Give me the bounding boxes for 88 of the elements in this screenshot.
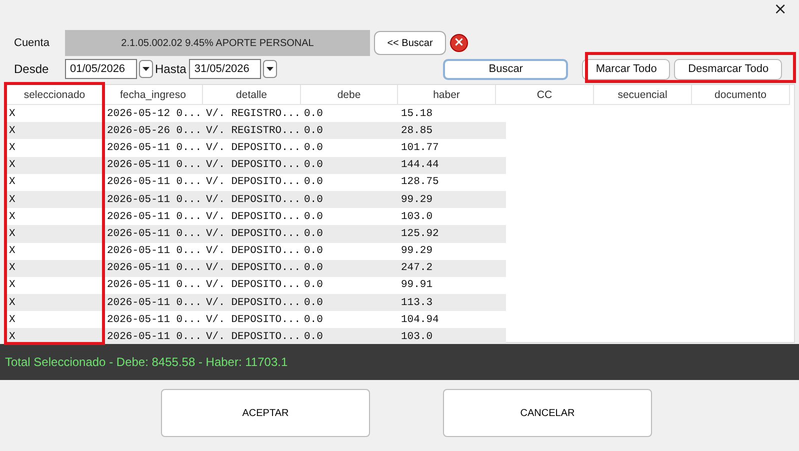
table-cell-text: 104.94	[400, 312, 440, 328]
table-cell: 2026-05-11 0...	[104, 156, 203, 174]
table-cell-text: X	[8, 106, 16, 122]
table-cell: 113.3	[398, 294, 506, 312]
table-cell: X	[6, 294, 104, 312]
table-cell: 0.0	[301, 122, 398, 140]
table-cell: X	[6, 225, 104, 242]
table-cell-text: 2026-05-12 0...	[106, 106, 203, 122]
table-cell: 247.2	[398, 260, 506, 277]
from-date-field[interactable]: 01/05/2026	[65, 59, 137, 79]
table-cell-text: 128.75	[400, 175, 440, 190]
column-header[interactable]: haber	[398, 85, 496, 105]
table-cell: X	[6, 260, 104, 277]
table-cell-text: V/. REGISTRO...	[205, 106, 301, 122]
column-header[interactable]: fecha_ingreso	[104, 85, 203, 105]
table-cell-text: X	[8, 175, 16, 190]
table-cell-text: V/. DEPOSITO...	[205, 244, 301, 260]
column-header[interactable]: seleccionado	[6, 85, 104, 105]
table-cell: 0.0	[301, 225, 398, 242]
table-cell: X	[6, 190, 104, 208]
table-cell-text: 15.18	[400, 106, 434, 122]
table-cell-text: V/. DEPOSITO...	[205, 278, 301, 294]
table-cell-text: 99.29	[400, 244, 434, 260]
table-cell: 0.0	[301, 294, 398, 312]
table-cell-text: X	[8, 312, 16, 328]
table-cell: V/. DEPOSITO...	[203, 156, 301, 174]
column-header[interactable]: CC	[496, 85, 594, 105]
account-field: 2.1.05.002.02 9.45% APORTE PERSONAL	[65, 30, 370, 56]
table-cell-text: 0.0	[303, 140, 324, 156]
accept-button[interactable]: ACEPTAR	[161, 389, 370, 437]
unmark-all-button[interactable]: Desmarcar Todo	[674, 58, 782, 80]
cancel-button[interactable]: CANCELAR	[443, 389, 652, 437]
table-cell-text: 103.0	[400, 210, 434, 225]
table-cell-text: 101.77	[400, 140, 440, 156]
status-text: Total Seleccionado - Debe: 8455.58 - Haber: 11703.1	[5, 355, 288, 369]
clear-button[interactable]: ×	[450, 34, 468, 52]
table-cell-text: 0.0	[303, 175, 324, 190]
table-cell: 125.92	[398, 225, 506, 242]
search-button[interactable]: Buscar	[443, 58, 568, 80]
from-label: Desde	[14, 62, 50, 76]
column-header[interactable]: detalle	[203, 85, 301, 105]
table-cell-text: 0.0	[303, 244, 324, 260]
to-label: Hasta	[155, 62, 186, 76]
table-cell-text: 2026-05-11 0...	[106, 244, 203, 260]
table-cell: 0.0	[301, 260, 398, 277]
table-cell: X	[6, 156, 104, 174]
table-cell-text: V/. DEPOSITO...	[205, 140, 301, 156]
table-cell: 2026-05-26 0...	[104, 122, 203, 140]
table-cell-text: 0.0	[303, 278, 324, 294]
table-cell-text: 0.0	[303, 312, 324, 328]
table-cell: 28.85	[398, 122, 506, 140]
table-cell-text: V/. DEPOSITO...	[205, 312, 301, 328]
account-label: Cuenta	[14, 37, 50, 49]
table-cell: V/. DEPOSITO...	[203, 225, 301, 242]
table-cell: 0.0	[301, 156, 398, 174]
table-cell: V/. REGISTRO...	[203, 122, 301, 140]
table-cell: 2026-05-11 0...	[104, 260, 203, 277]
mark-all-button[interactable]: Marcar Todo	[582, 58, 670, 80]
table-cell-text: 2026-05-11 0...	[106, 175, 203, 190]
table-cell: 2026-05-11 0...	[104, 190, 203, 208]
table-cell-text: X	[8, 210, 16, 225]
table-cell-text: 2026-05-11 0...	[106, 278, 203, 294]
table-cell-text: V/. DEPOSITO...	[205, 175, 301, 190]
table-cell: 144.44	[398, 156, 506, 174]
table-cell: 0.0	[301, 190, 398, 208]
table-cell: X	[6, 122, 104, 140]
table-cell-text: 2026-05-11 0...	[106, 140, 203, 156]
column-header[interactable]: documento	[692, 85, 790, 105]
table-cell: 99.29	[398, 190, 506, 208]
to-date-field[interactable]: 31/05/2026	[189, 59, 262, 79]
table-cell-text: V/. DEPOSITO...	[205, 210, 301, 225]
table-cell-text: 2026-05-11 0...	[106, 210, 203, 225]
table-cell-text: 0.0	[303, 106, 324, 122]
table-cell-text: X	[8, 244, 16, 260]
table-cell-text: 99.91	[400, 278, 434, 294]
table-cell: V/. DEPOSITO...	[203, 294, 301, 312]
table-cell: V/. DEPOSITO...	[203, 190, 301, 208]
column-header[interactable]: debe	[301, 85, 398, 105]
table-cell-text: 2026-05-11 0...	[106, 312, 203, 328]
table-cell: 2026-05-11 0...	[104, 294, 203, 312]
table-cell: 2026-05-11 0...	[104, 225, 203, 242]
table-cell-text: 0.0	[303, 210, 324, 225]
close-button[interactable]: ×	[774, 0, 787, 18]
table-cell: V/. DEPOSITO...	[203, 260, 301, 277]
column-header[interactable]: secuencial	[594, 85, 692, 105]
table-cell-text: X	[8, 140, 16, 156]
search-account-button[interactable]: << Buscar	[374, 31, 446, 55]
table-cell-text: X	[8, 278, 16, 294]
